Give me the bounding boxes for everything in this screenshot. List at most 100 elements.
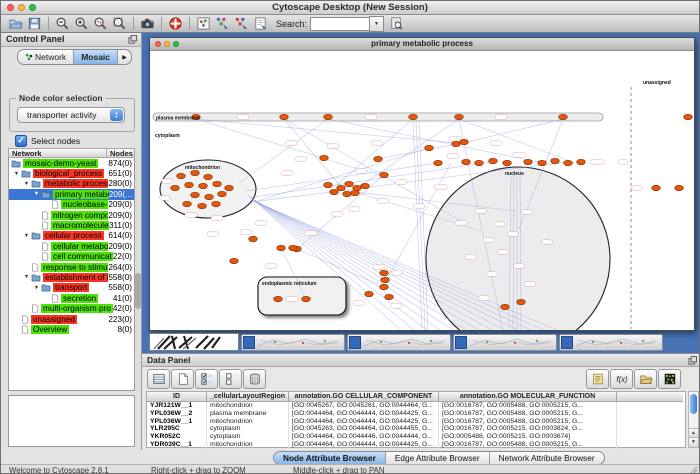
- network-node[interactable]: [501, 304, 510, 309]
- column-header-1[interactable]: ID: [147, 392, 207, 402]
- column-header-2[interactable]: _cellularLayoutRegion: [207, 392, 289, 402]
- network-node[interactable]: [218, 191, 227, 196]
- network-node[interactable]: [198, 203, 207, 208]
- network-node[interactable]: [171, 185, 180, 190]
- scroll-down-arrow-icon[interactable]: ▼: [689, 437, 698, 447]
- network-node[interactable]: [324, 182, 333, 187]
- network-node[interactable]: [205, 194, 214, 199]
- disclosure-triangle-icon[interactable]: ▼: [12, 171, 21, 177]
- minimized-window[interactable]: [241, 334, 345, 351]
- node-color-dropdown[interactable]: transporter activity ▲▼: [17, 107, 125, 123]
- network-node[interactable]: [652, 185, 661, 190]
- network-node[interactable]: [212, 201, 221, 206]
- network-node[interactable]: [460, 139, 469, 144]
- network-view-window[interactable]: primary metabolic process plasma membran…: [149, 37, 695, 331]
- column-header-4[interactable]: annotation.GO MOLECULAR_FUNCTION: [439, 392, 617, 402]
- search-dropdown-arrow-icon[interactable]: ▼: [369, 16, 384, 32]
- tree-scrollbar[interactable]: [135, 148, 141, 391]
- import-attributes-button[interactable]: [634, 369, 657, 389]
- column-header-3[interactable]: annotation.GO CELLULAR_COMPONENT: [289, 392, 439, 402]
- tab-edge-attribute-browser[interactable]: Edge Attribute Browser: [386, 452, 490, 464]
- nucleus-region[interactable]: [426, 167, 610, 330]
- network-node[interactable]: [230, 258, 239, 263]
- select-attributes-button[interactable]: [195, 369, 218, 389]
- network-node[interactable]: [559, 114, 568, 119]
- app-titlebar[interactable]: Cytoscape Desktop (New Session): [1, 1, 699, 15]
- network-node[interactable]: [455, 114, 464, 119]
- network-node[interactable]: [524, 159, 533, 164]
- network-node[interactable]: [185, 182, 194, 187]
- network-node[interactable]: [324, 114, 333, 119]
- network-node[interactable]: [343, 191, 352, 196]
- table-row[interactable]: YPL036W__2plasma membrane[GO:0044464, GO…: [147, 410, 685, 418]
- help-ring-button[interactable]: [166, 16, 185, 32]
- tree-row-cell-communicat[interactable]: cell communicat22(0): [9, 252, 134, 262]
- network-node[interactable]: [684, 114, 693, 119]
- tree-row-overview[interactable]: Overview8(0): [9, 324, 134, 334]
- network-canvas[interactable]: plasma membranecytoplasmmitochondrionnuc…: [150, 51, 694, 330]
- tree-row-metabolic-process[interactable]: ▼metabolic process280(0): [9, 179, 134, 189]
- delete-attribute-button[interactable]: [243, 369, 266, 389]
- tree-header-nodes[interactable]: Nodes: [107, 148, 135, 158]
- disclosure-triangle-icon[interactable]: ▼: [32, 285, 41, 291]
- attribute-matrix-button[interactable]: [658, 369, 681, 389]
- annotation-button[interactable]: [251, 16, 270, 32]
- network-node[interactable]: [564, 160, 573, 165]
- network-node[interactable]: [434, 160, 443, 165]
- advanced-search-button[interactable]: [387, 16, 406, 32]
- network-node[interactable]: [337, 185, 346, 190]
- table-row[interactable]: YKR052Ccytoplasm[GO:0044464, GO:0044446,…: [147, 433, 685, 441]
- disclosure-triangle-icon[interactable]: ▼: [22, 233, 31, 239]
- minimized-window[interactable]: [559, 334, 663, 351]
- network-node[interactable]: [452, 141, 461, 146]
- table-row[interactable]: YJR121W__1mitochondrion[GO:0045267, GO:0…: [147, 402, 685, 410]
- network-node[interactable]: [199, 183, 208, 188]
- network-node[interactable]: [204, 174, 213, 179]
- open-file-button[interactable]: [6, 16, 25, 32]
- network-node[interactable]: [191, 192, 200, 197]
- tree-row-cellular-metabo[interactable]: cellular metabo209(0): [9, 241, 134, 251]
- network-node[interactable]: [380, 270, 389, 275]
- tab-network-attribute-browser[interactable]: Network Attribute Browser: [490, 452, 604, 464]
- network-node[interactable]: [409, 114, 418, 119]
- tree-row-cellular-process[interactable]: ▼cellular process614(0): [9, 231, 134, 241]
- tree-row-secretion[interactable]: secretion41(0): [9, 293, 134, 303]
- network-node[interactable]: [353, 185, 362, 190]
- tree-row-unassigned[interactable]: unassigned223(0): [9, 314, 134, 324]
- network-node[interactable]: [280, 114, 289, 119]
- select-first-neighbors-button[interactable]: [213, 16, 232, 32]
- network-node[interactable]: [289, 245, 298, 250]
- network-node[interactable]: [517, 299, 526, 304]
- network-node[interactable]: [489, 158, 498, 163]
- network-node[interactable]: [425, 145, 434, 150]
- resize-grip-icon[interactable]: [689, 466, 698, 474]
- float-panel-icon[interactable]: [128, 35, 137, 44]
- float-data-panel-icon[interactable]: [688, 356, 697, 365]
- tree-row-multi-organism-pro[interactable]: multi-organism pro42(0): [9, 303, 134, 313]
- network-node[interactable]: [320, 155, 329, 160]
- network-node[interactable]: [675, 185, 684, 190]
- network-node[interactable]: [538, 160, 547, 165]
- disclosure-triangle-icon[interactable]: ▼: [32, 191, 41, 197]
- network-node[interactable]: [374, 156, 383, 161]
- table-row[interactable]: YLR295Ccytoplasm[GO:0045263, GO:0044464,…: [147, 425, 685, 433]
- tab-mosaic[interactable]: Mosaic: [74, 50, 118, 64]
- minimized-window[interactable]: [453, 334, 557, 351]
- network-node[interactable]: [380, 284, 389, 289]
- network-node[interactable]: [577, 159, 586, 164]
- attribute-table-button[interactable]: [147, 369, 170, 389]
- table-scrollbar-thumb[interactable]: [690, 394, 697, 414]
- network-node[interactable]: [302, 296, 311, 301]
- network-node[interactable]: [191, 170, 200, 175]
- network-node[interactable]: [381, 277, 390, 282]
- network-node[interactable]: [213, 181, 222, 186]
- tree-row-nucleobase-[interactable]: nucleobase-209(0): [9, 200, 134, 210]
- formula-button[interactable]: f(x): [610, 369, 633, 389]
- network-node[interactable]: [274, 296, 283, 301]
- zoom-in-button[interactable]: [72, 16, 91, 32]
- unselect-attributes-button[interactable]: [219, 369, 242, 389]
- birdseye-view-panel[interactable]: [8, 395, 135, 447]
- search-input[interactable]: [310, 17, 369, 31]
- network-node[interactable]: [380, 172, 389, 177]
- network-overview-button[interactable]: [194, 16, 213, 32]
